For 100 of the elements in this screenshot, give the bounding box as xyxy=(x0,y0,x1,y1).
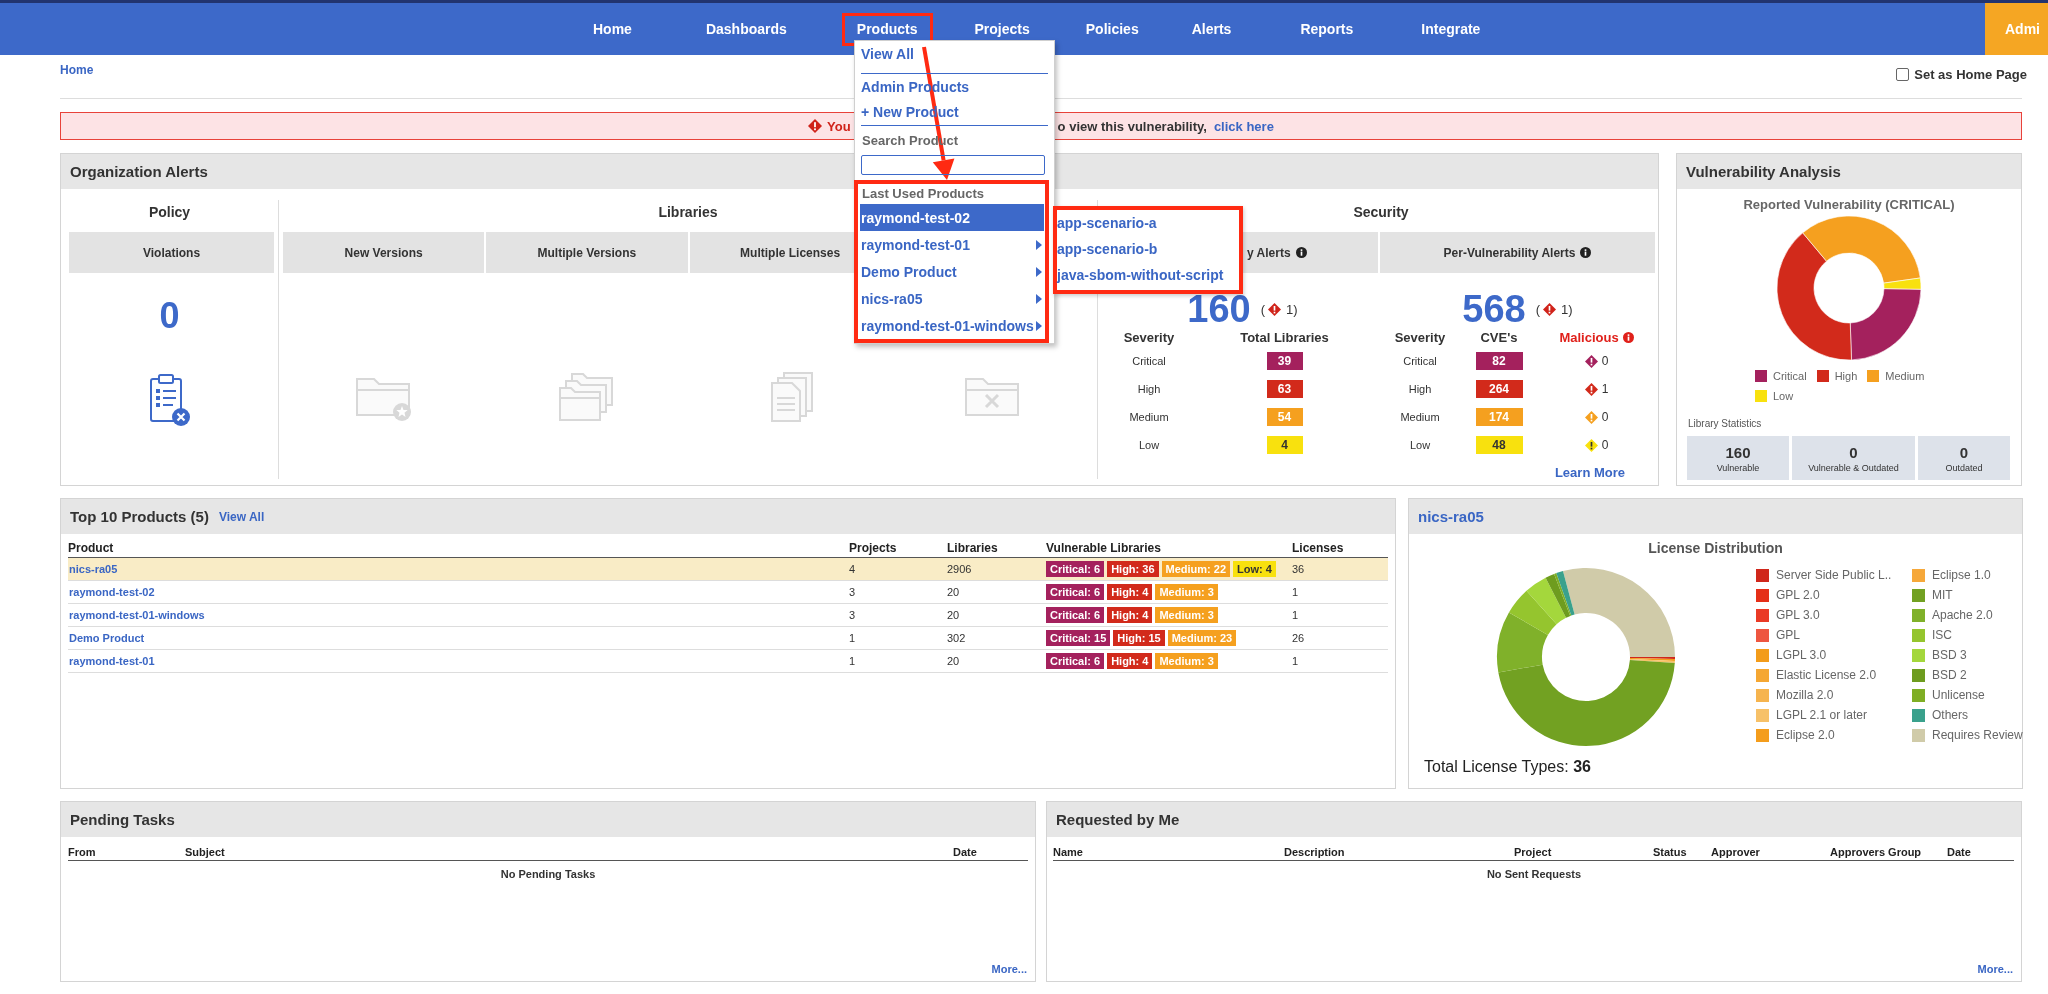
table-row[interactable]: Demo Product 1 302 Critical: 15 High: 15 Medium: 23 26 xyxy=(68,627,1388,650)
section-heading: Policy xyxy=(148,203,191,222)
more-link[interactable]: More... xyxy=(991,962,1027,976)
severity-tag: High: 36 xyxy=(1107,561,1159,577)
panel-title: Pending Tasks xyxy=(70,811,175,828)
table-row[interactable]: nics-ra05 4 2906 Critical: 6 High: 36 Medium: 22 Low: 4 36 xyxy=(68,558,1388,581)
severity-tag: Medium: 23 xyxy=(1167,630,1237,646)
column-header: Licenses xyxy=(1292,540,1344,555)
menu-item[interactable]: View All xyxy=(861,43,914,66)
table-cell: 1 xyxy=(1292,586,1299,598)
menu-item[interactable]: raymond-test-01-windows xyxy=(860,312,1044,339)
legend-label: High xyxy=(1834,370,1858,382)
product-link[interactable]: raymond-test-01-windows xyxy=(69,609,205,621)
legend-label: Low xyxy=(1773,390,1794,402)
column-header: Status xyxy=(1653,846,1687,858)
severity-count: 39 xyxy=(1266,352,1303,370)
more-link[interactable]: More... xyxy=(1977,962,2013,976)
warning-icon xyxy=(1584,382,1598,396)
total-license-types: Total License Types: 36 xyxy=(1424,758,1591,776)
product-link[interactable]: raymond-test-01 xyxy=(69,655,155,667)
legend-label: ISC xyxy=(1932,628,1952,642)
column-header: From xyxy=(68,846,96,858)
legend-label: LGPL 2.1 or later xyxy=(1776,708,1867,722)
menu-item[interactable]: app-scenario-b xyxy=(1057,236,1158,262)
warning-icon xyxy=(808,119,822,133)
column-header: Multiple Versions xyxy=(486,232,688,273)
menu-item[interactable]: raymond-test-02 xyxy=(860,204,1044,231)
warning-icon xyxy=(1584,354,1598,368)
caret-icon xyxy=(1036,320,1042,331)
checkbox[interactable] xyxy=(1896,68,1910,81)
product-link[interactable]: Demo Product xyxy=(69,632,145,644)
table-row[interactable]: raymond-test-02 3 20 Critical: 6 High: 4 Medium: 3 1 xyxy=(68,581,1388,604)
table-cell: 1 xyxy=(1292,609,1299,621)
severity-tag: Low: 4 xyxy=(1233,561,1276,577)
checkbox-label: Set as Home Page xyxy=(1914,67,2027,82)
header-label: Per-Vulnerability Alerts xyxy=(1443,245,1576,260)
search-field[interactable] xyxy=(861,155,1045,175)
table-row[interactable]: raymond-test-01 1 20 Critical: 6 High: 4 Medium: 3 1 xyxy=(68,650,1388,673)
severity-tag: Critical: 6 xyxy=(1046,653,1105,669)
warning-icon xyxy=(1584,410,1598,424)
stat-value: 0 xyxy=(1959,443,1969,461)
severity-tag: High: 4 xyxy=(1107,584,1153,600)
menu-item[interactable]: nics-ra05 xyxy=(860,285,1044,312)
legend-label: MIT xyxy=(1932,588,1953,602)
severity-tag: Medium: 22 xyxy=(1161,561,1231,577)
severity-tag: Medium: 3 xyxy=(1155,653,1218,669)
legend-label: Requires Review xyxy=(1932,728,2023,742)
note-text: 1) xyxy=(1286,301,1298,317)
legend-label: Apache 2.0 xyxy=(1932,608,1993,622)
table-cell: 1 xyxy=(849,632,856,644)
severity-tag: High: 4 xyxy=(1107,607,1153,623)
empty-message: No Sent Requests xyxy=(1486,868,1582,881)
table-cell: 1 xyxy=(849,655,856,667)
table-cell: 4 xyxy=(849,563,856,575)
warning-icon xyxy=(1584,438,1598,452)
total-count: 160 xyxy=(1187,291,1251,327)
column-header: Violations xyxy=(69,232,274,273)
chart-title: Reported Vulnerability (CRITICAL) xyxy=(1743,197,1955,212)
column-header: Description xyxy=(1284,846,1345,858)
severity-count: 63 xyxy=(1266,380,1303,398)
panel-title: Top 10 Products (5) xyxy=(70,508,209,525)
legend-label: LGPL 3.0 xyxy=(1776,648,1827,662)
warning-icon xyxy=(1268,302,1282,316)
legend-label: Elastic License 2.0 xyxy=(1776,668,1877,682)
column-header: CVE's xyxy=(1480,329,1518,345)
nav-link[interactable]: Dashboards xyxy=(690,12,802,46)
view-all-link[interactable]: View All xyxy=(218,509,265,524)
menu-item[interactable]: app-scenario-a xyxy=(1057,210,1157,236)
nav-link[interactable]: Integrate xyxy=(1406,12,1496,46)
legend-label: Unlicense xyxy=(1932,688,1985,702)
product-link[interactable]: raymond-test-02 xyxy=(69,586,155,598)
learn-more-link[interactable]: Learn More xyxy=(1554,465,1625,480)
table-cell: 36 xyxy=(1292,563,1305,575)
caret-icon xyxy=(1036,239,1042,250)
table-cell: 1 xyxy=(1292,655,1299,667)
nav-link[interactable]: Home xyxy=(578,12,647,46)
nav-link[interactable]: Policies xyxy=(1070,12,1154,46)
product-link[interactable]: nics-ra05 xyxy=(69,563,118,575)
info-icon xyxy=(1580,247,1592,258)
violation-count: 0 xyxy=(159,294,180,338)
alert-link[interactable]: click here xyxy=(1213,118,1274,134)
stats-heading: Library Statistics xyxy=(1688,418,1762,430)
product-link[interactable]: nics-ra05 xyxy=(1418,508,1484,525)
note-text: ( xyxy=(1535,301,1541,317)
menu-item[interactable]: java-sbom-without-script xyxy=(1057,262,1224,288)
caret-icon xyxy=(1036,266,1042,277)
breadcrumb-link[interactable]: Home xyxy=(60,63,94,77)
table-row[interactable]: raymond-test-01-windows 3 20 Critical: 6 High: 4 Medium: 3 1 xyxy=(68,604,1388,627)
panel-title: Vulnerability Analysis xyxy=(1686,163,1841,180)
severity-label: High xyxy=(1408,383,1432,395)
legend-label: BSD 3 xyxy=(1932,648,1967,662)
column-header: Product xyxy=(68,540,114,555)
nav-link[interactable]: Reports xyxy=(1285,12,1369,46)
column-header: Date xyxy=(1947,846,1971,858)
severity-count: 48 xyxy=(1475,436,1523,454)
column-header: Vulnerable Libraries xyxy=(1046,540,1161,555)
malicious-count: 0 xyxy=(1601,354,1609,368)
nav-link[interactable]: Alerts xyxy=(1176,12,1247,46)
header-label: y Alerts xyxy=(1247,245,1291,260)
table-cell: 3 xyxy=(849,609,856,621)
